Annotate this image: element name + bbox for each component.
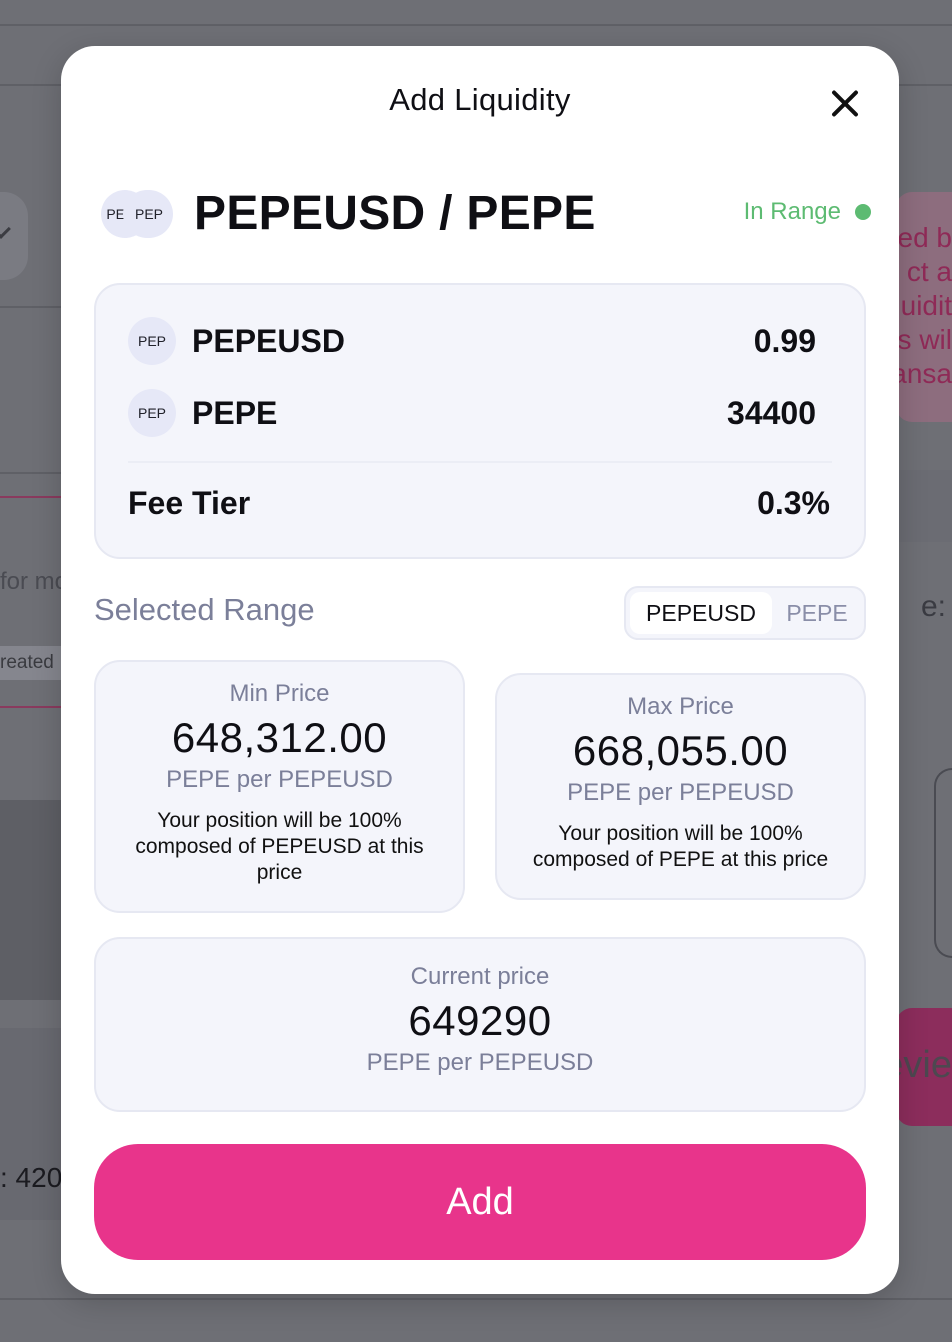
token-amount: 0.99 [753, 323, 816, 359]
max-price-unit: PEPE per PEPEUSD [567, 779, 794, 806]
token-logo: PEP [128, 389, 176, 437]
pair-header: PEPE PEP PEPEUSD / PEPE In Range [101, 186, 871, 242]
token-name: PEPE [192, 395, 278, 431]
pair-logos: PEPE PEP [101, 190, 177, 238]
bg-left-text: for mo [0, 568, 69, 595]
price-denomination-toggle: PEPEUSD PEPE [624, 586, 866, 640]
toggle-option-pepeusd[interactable]: PEPEUSD [630, 592, 772, 634]
add-button[interactable]: Add [94, 1144, 866, 1260]
token-amount: 34400 [727, 395, 816, 431]
max-price-value: 668,055.00 [572, 727, 789, 774]
current-price-card: Current price 649290 PEPE per PEPEUSD [94, 937, 866, 1112]
bg-warning-line: ct a [906, 256, 952, 287]
fee-tier-value: 0.3% [757, 485, 830, 521]
current-price-value: 649290 [408, 997, 552, 1044]
fee-tier-label: Fee Tier [128, 485, 251, 521]
bg-warning-line: ansa [896, 358, 952, 389]
bg-divider [0, 24, 952, 26]
bg-warning-line: s wil [897, 324, 952, 355]
add-liquidity-modal: Add Liquidity PEPE PEP PEPEUSD / PEPE In… [61, 46, 899, 1294]
max-price-note: Your position will be 100% composed of P… [532, 822, 829, 871]
range-status-label: In Range [743, 198, 841, 225]
min-price-value: 648,312.00 [171, 714, 388, 761]
bg-right-box [934, 768, 952, 958]
bg-divider [0, 306, 70, 308]
token-name: PEPEUSD [192, 323, 345, 359]
modal-title: Add Liquidity [389, 82, 571, 117]
toggle-option-pepe[interactable]: PEPE [772, 592, 862, 634]
min-price-caption: Min Price [229, 680, 330, 707]
token-row-pepe: PEP PEPE 34400 [128, 389, 816, 439]
bg-review-button: evie [896, 1008, 952, 1126]
bg-divider [0, 1298, 952, 1300]
token-row-pepeusd: PEP PEPEUSD 0.99 [128, 317, 816, 367]
token-logo: PEP [128, 317, 176, 365]
bg-left-block [0, 800, 70, 1000]
selected-range-label: Selected Range [94, 592, 315, 627]
bg-left-tag: reated [0, 646, 70, 680]
bg-warning-line: uidit [900, 290, 952, 321]
divider [128, 461, 832, 463]
current-price-caption: Current price [410, 963, 550, 990]
min-price-card: Min Price 648,312.00 PEPE per PEPEUSD Yo… [94, 660, 465, 913]
fee-tier-row: Fee Tier 0.3% [128, 485, 830, 522]
status-dot-icon [855, 204, 871, 220]
close-icon[interactable] [825, 84, 865, 124]
range-status-badge: In Range [744, 198, 871, 226]
bg-right-label: e: [920, 590, 946, 623]
bg-warning-line: ed b [897, 222, 952, 253]
current-price-unit: PEPE per PEPEUSD [366, 1049, 594, 1076]
token-logo: PEP [125, 190, 173, 238]
pair-name: PEPEUSD / PEPE [194, 187, 596, 240]
bg-divider [0, 472, 70, 474]
max-price-caption: Max Price [627, 693, 734, 720]
bg-left-bottom-text: : 420 [0, 1162, 63, 1193]
max-price-card: Max Price 668,055.00 PEPE per PEPEUSD Yo… [495, 673, 866, 900]
modal-header: Add Liquidity [61, 46, 899, 166]
bg-back-button [0, 192, 28, 280]
bg-pink-divider [0, 706, 70, 708]
min-price-note: Your position will be 100% composed of P… [135, 809, 424, 884]
min-price-unit: PEPE per PEPEUSD [166, 766, 393, 793]
bg-right-strip [896, 470, 952, 542]
bg-warning-box: ed b ct a uidit s wil ansa [896, 192, 952, 422]
bg-review-label: evie [896, 1044, 952, 1086]
selected-range-header: Selected Range PEPEUSD PEPE [94, 586, 866, 642]
token-amounts-card: PEP PEPEUSD 0.99 PEP PEPE 34400 Fee Tier… [94, 283, 866, 559]
bg-pink-divider [0, 496, 70, 498]
